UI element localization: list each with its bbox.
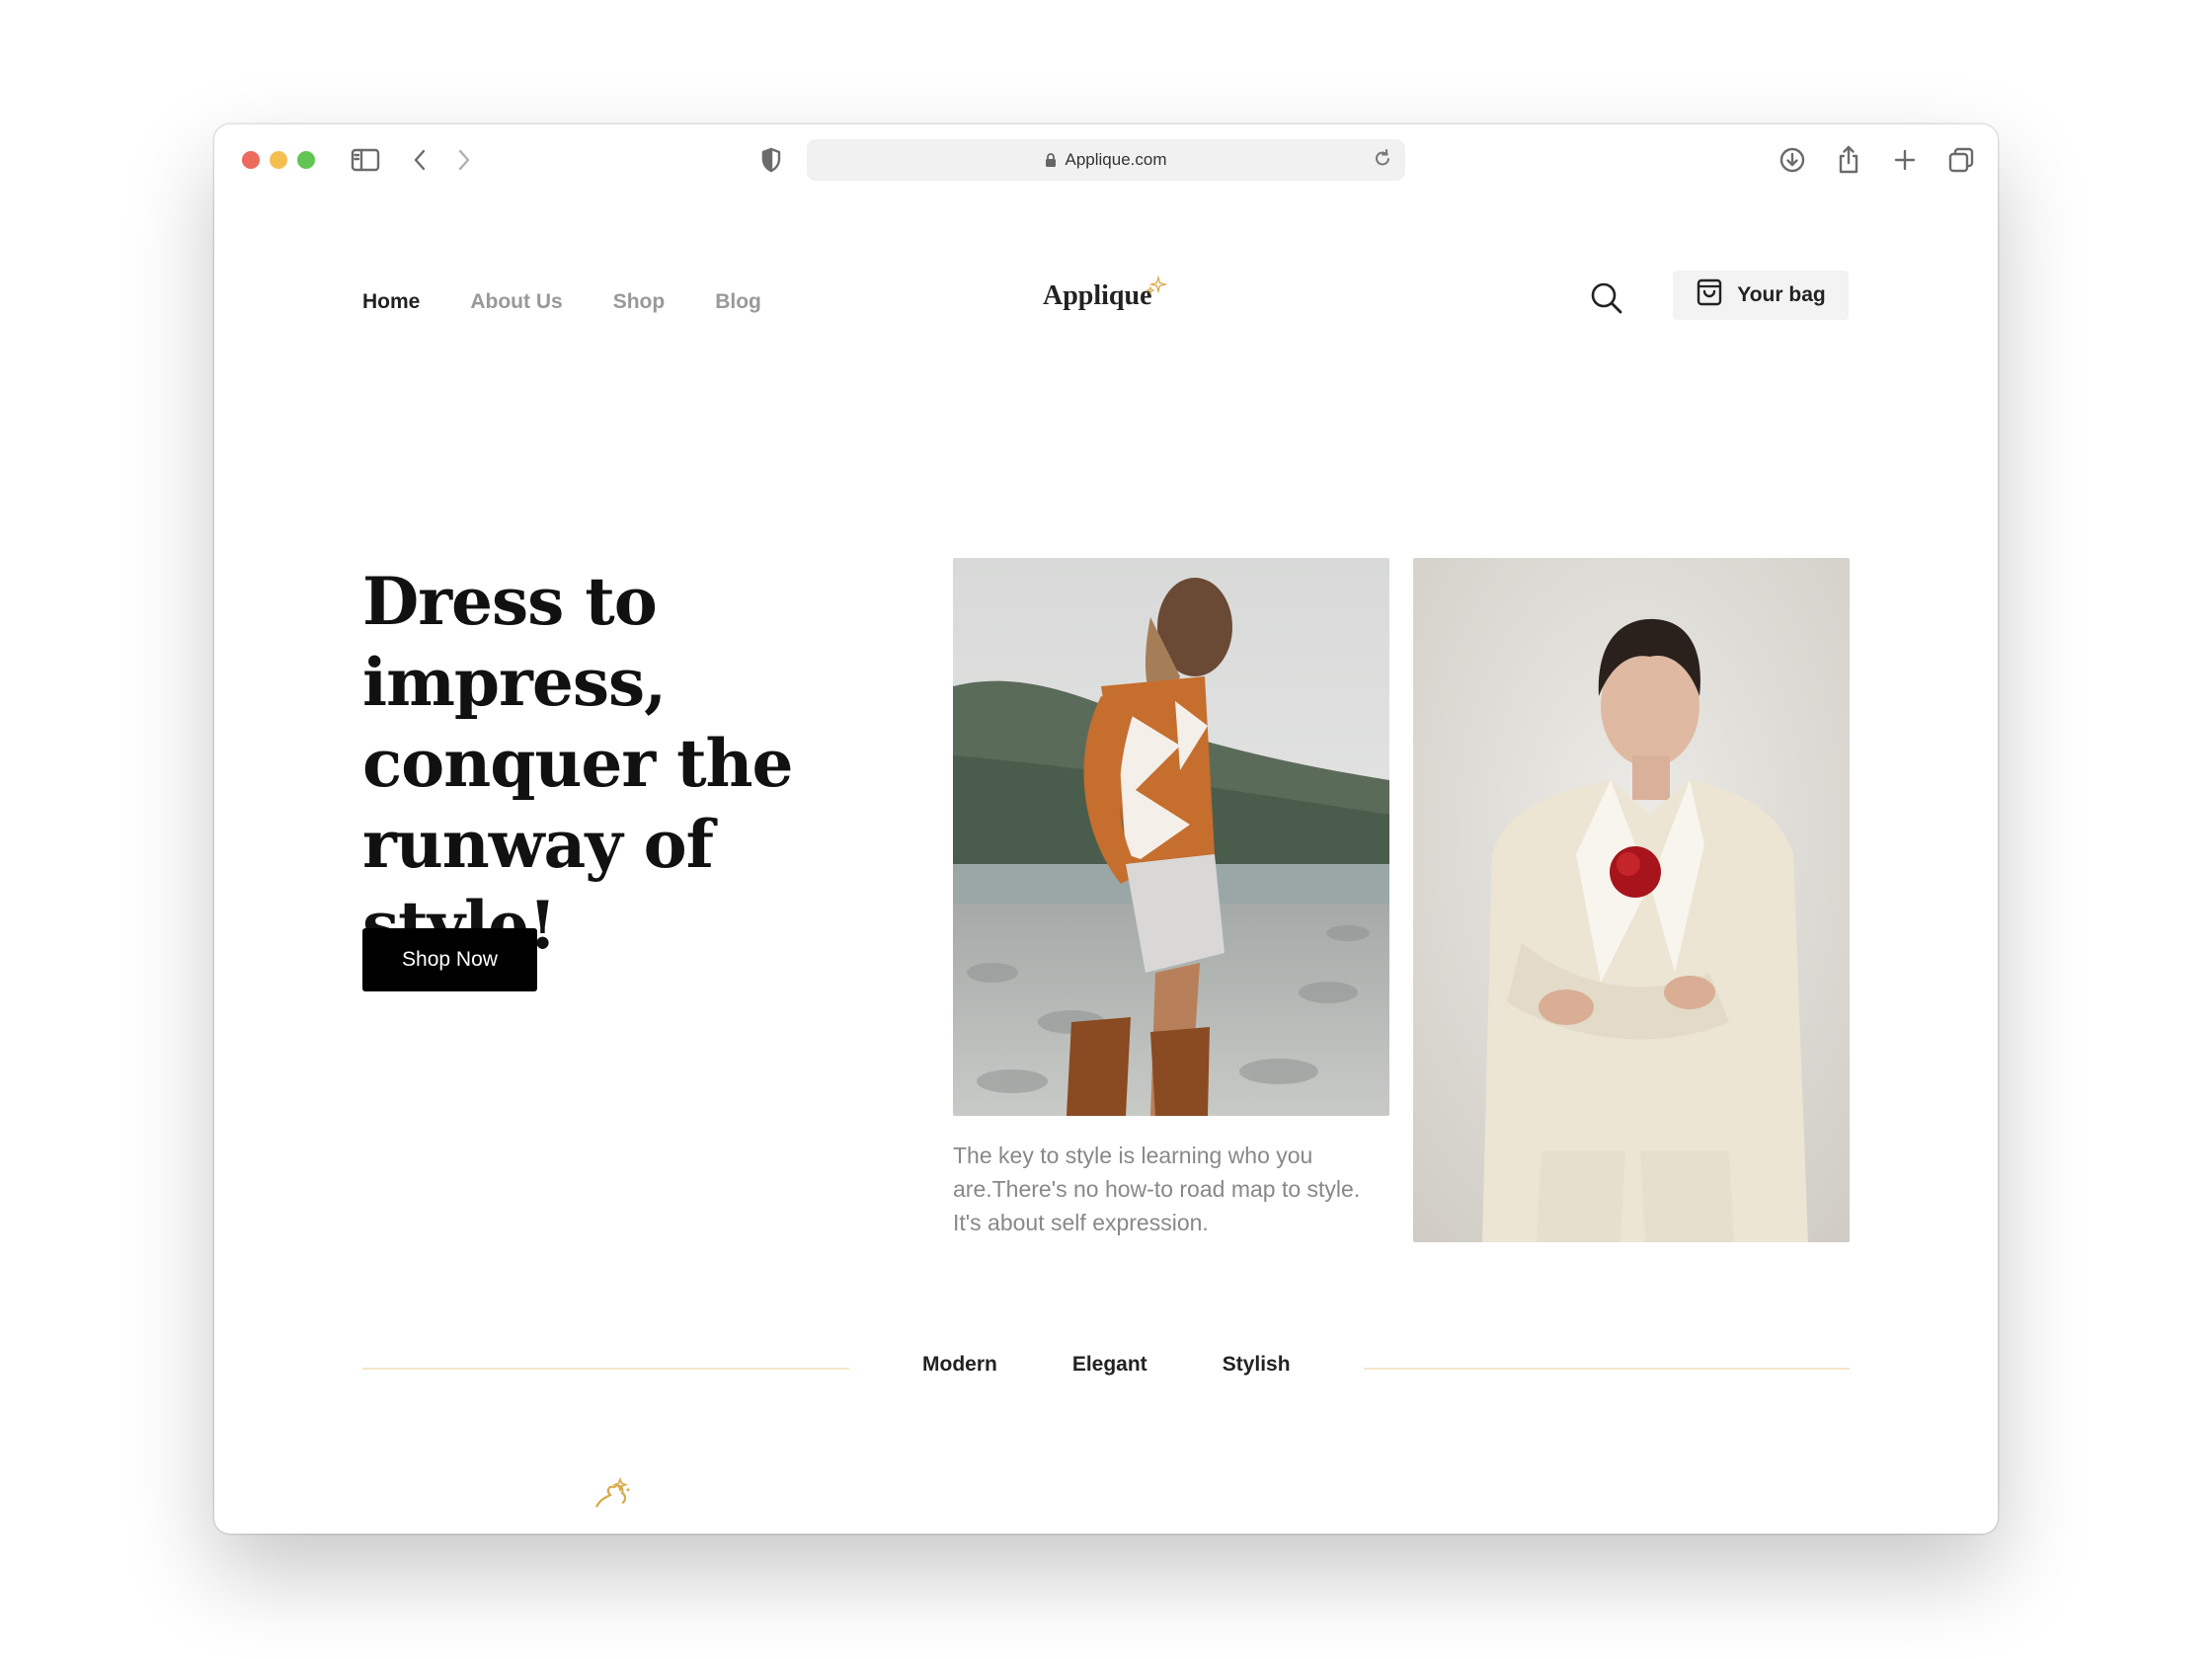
tabs-icon[interactable]	[1943, 142, 1979, 178]
browser-toolbar: Applique.com	[214, 124, 1998, 196]
bag-icon	[1696, 277, 1723, 313]
plus-icon[interactable]	[1887, 142, 1923, 178]
shield-icon[interactable]	[753, 142, 789, 178]
forward-icon[interactable]	[446, 142, 482, 178]
reload-icon[interactable]	[1368, 145, 1397, 180]
close-window-button[interactable]	[242, 151, 260, 169]
back-icon[interactable]	[402, 142, 437, 178]
lock-icon	[1045, 152, 1057, 168]
browser-window: Applique.com Home About Us Shop Blog App…	[214, 124, 1998, 1534]
section-divider-left	[362, 1368, 849, 1370]
filter-modern[interactable]: Modern	[922, 1353, 997, 1377]
hero-headline: Dress to impress, conquer the runway of …	[362, 563, 794, 964]
nav-shop[interactable]: Shop	[613, 290, 666, 314]
hero-tagline: The key to style is learning who you are…	[953, 1143, 1361, 1235]
brand-logo[interactable]: Applique	[1043, 275, 1168, 312]
search-icon[interactable]	[1587, 278, 1626, 318]
bag-label: Your bag	[1737, 283, 1826, 306]
sparkle-icon	[1146, 274, 1168, 305]
style-filters: Modern Elegant Stylish	[922, 1353, 1291, 1377]
logo-text: Applique	[1043, 280, 1152, 311]
hero-image-sweater	[953, 558, 1389, 1116]
address-bar[interactable]: Applique.com	[807, 139, 1405, 181]
filter-elegant[interactable]: Elegant	[1072, 1353, 1147, 1377]
nav-home[interactable]: Home	[362, 290, 420, 314]
hero-image-blazer	[1413, 558, 1850, 1242]
address-url: Applique.com	[1065, 150, 1167, 169]
minimize-window-button[interactable]	[270, 151, 287, 169]
maximize-window-button[interactable]	[297, 151, 315, 169]
download-icon[interactable]	[1775, 142, 1810, 178]
your-bag-button[interactable]: Your bag	[1673, 271, 1849, 320]
nav-blog[interactable]: Blog	[715, 290, 761, 314]
share-icon[interactable]	[1831, 142, 1866, 178]
sidebar-icon[interactable]	[348, 142, 383, 178]
section-divider-right	[1364, 1368, 1850, 1370]
main-nav: Home About Us Shop Blog	[362, 290, 761, 314]
shop-now-button[interactable]: Shop Now	[362, 928, 537, 991]
filter-stylish[interactable]: Stylish	[1223, 1353, 1291, 1377]
page-content: Home About Us Shop Blog Applique Your ba…	[214, 196, 1998, 1534]
nav-about-us[interactable]: About Us	[470, 290, 562, 314]
sparkle-icon	[592, 1476, 632, 1518]
